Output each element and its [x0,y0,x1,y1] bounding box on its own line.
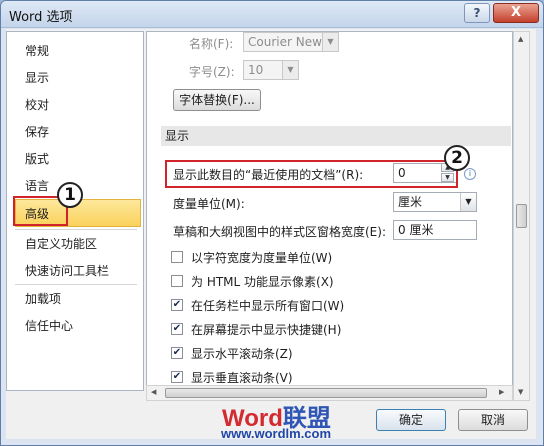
watermark-url: www.wordlm.com [221,426,332,441]
style-pane-width-label: 草稿和大纲视图中的样式区窗格宽度(E): [173,225,386,239]
info-icon: i [464,168,476,180]
sidebar-divider [15,229,137,230]
checkbox-label: 显示水平滚动条(Z) [191,347,293,361]
font-substitution-button[interactable]: 字体替换(F)... [173,89,261,111]
checkbox-vertical-scrollbar[interactable]: ✔ [171,371,183,383]
sidebar-item-language[interactable]: 语言 [25,177,49,194]
close-button[interactable]: X [493,3,539,23]
style-pane-width-input[interactable]: 0 厘米 [393,220,477,240]
sidebar-item-layout[interactable]: 版式 [25,150,49,167]
checkbox-label: 在任务栏中显示所有窗口(W) [191,299,345,313]
sidebar-item-addins[interactable]: 加载项 [25,290,61,307]
check-icon: ✔ [172,323,182,334]
vertical-scrollbar-thumb[interactable] [516,204,527,228]
font-name-value: Courier New [248,35,322,49]
checkbox-label: 在屏幕提示中显示快捷键(H) [191,323,342,337]
checkbox-html-pixels[interactable] [171,275,183,287]
style-pane-width-value: 0 厘米 [398,223,434,237]
sidebar-item-display[interactable]: 显示 [25,69,49,86]
chevron-down-icon[interactable]: ▼ [460,193,476,211]
sidebar-divider [15,284,137,285]
font-size-label: 字号(Z): [189,65,235,79]
checkbox-taskbar-windows[interactable]: ✔ [171,299,183,311]
measurement-unit-label: 度量单位(M): [173,197,245,211]
check-icon: ✔ [172,299,182,310]
sidebar-item-quick-access-toolbar[interactable]: 快速访问工具栏 [25,262,109,279]
font-name-label: 名称(F): [189,37,234,51]
window-title: Word 选项 [9,10,73,25]
horizontal-scrollbar-thumb[interactable] [165,388,487,398]
font-size-dropdown[interactable]: 10 ▼ [243,60,299,80]
sidebar-item-general[interactable]: 常规 [25,42,49,59]
checkbox-char-width-units[interactable] [171,251,183,263]
measurement-unit-value: 厘米 [398,195,423,209]
checkbox-label: 显示垂直滚动条(V) [191,371,293,385]
display-section-header: 显示 [161,126,511,146]
scroll-down-icon[interactable]: ▼ [518,388,523,396]
callout-box-recent-docs [165,160,458,188]
ok-button[interactable]: 确定 [376,409,446,431]
checkbox-horizontal-scrollbar[interactable]: ✔ [171,347,183,359]
measurement-unit-dropdown[interactable]: 厘米 ▼ [393,192,477,212]
step-badge-2: 2 [444,145,470,171]
vertical-scrollbar[interactable]: ▲ ▼ [513,31,530,401]
cancel-button[interactable]: 取消 [458,409,528,431]
title-bar: Word 选项 ? X [1,1,543,28]
checkbox-screentip-shortcuts[interactable]: ✔ [171,323,183,335]
scroll-up-icon[interactable]: ▲ [518,35,523,43]
check-icon: ✔ [172,347,182,358]
sidebar-item-proofing[interactable]: 校对 [25,96,49,113]
chevron-down-icon[interactable]: ▼ [322,33,338,51]
scroll-left-icon[interactable]: ◀ [151,388,156,396]
chevron-down-icon[interactable]: ▼ [282,61,298,79]
font-name-dropdown[interactable]: Courier New ▼ [243,32,339,52]
font-size-value: 10 [248,63,264,77]
check-icon: ✔ [172,371,182,382]
advanced-options-panel: 名称(F): Courier New ▼ 字号(Z): 10 ▼ 字体替换(F)… [146,31,513,401]
sidebar-item-trust-center[interactable]: 信任中心 [25,317,73,334]
sidebar-item-customize-ribbon[interactable]: 自定义功能区 [25,235,97,252]
checkbox-label: 为 HTML 功能显示像素(X) [191,275,334,289]
scroll-right-icon[interactable]: ▶ [499,388,504,396]
help-button[interactable]: ? [464,3,490,23]
checkbox-label: 以字符宽度为度量单位(W) [191,251,333,265]
step-badge-1: 1 [57,182,83,208]
sidebar-item-save[interactable]: 保存 [25,123,49,140]
